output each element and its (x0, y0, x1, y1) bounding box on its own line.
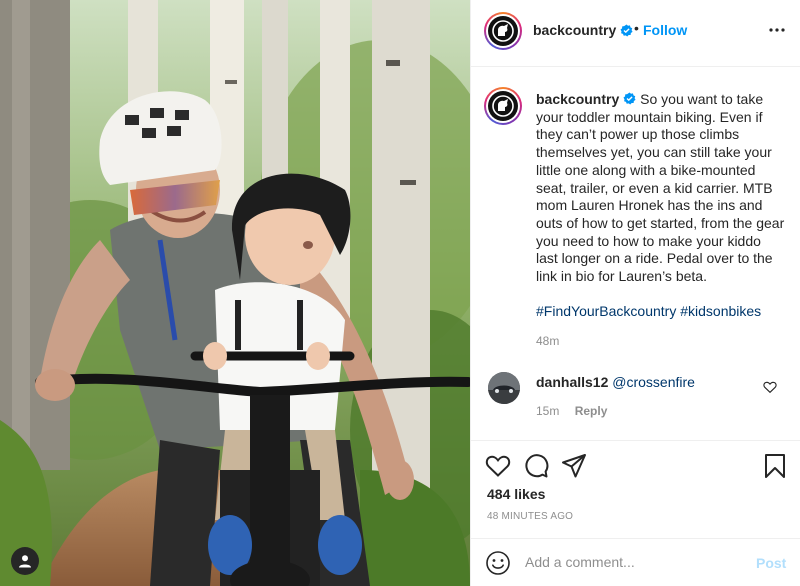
user-icon (19, 555, 31, 568)
share-paper-plane-icon[interactable] (561, 453, 587, 479)
tagged-users-button[interactable] (11, 547, 39, 575)
caption-timestamp: 48m (536, 334, 560, 348)
follow-button[interactable]: Follow (643, 22, 687, 38)
caption-hashtags[interactable]: #FindYourBackcountry #kidsonbikes (536, 303, 786, 321)
car-avatar-icon (488, 372, 520, 404)
more-options-icon[interactable] (767, 20, 787, 40)
comment-input[interactable] (525, 550, 735, 574)
comment-timestamp: 15m (536, 404, 560, 418)
mountain-bike-photo (0, 0, 470, 586)
caption-body: backcountry So you want to take your tod… (536, 91, 786, 320)
goat-logo-icon (492, 20, 514, 42)
verified-badge-icon (620, 24, 633, 37)
save-bookmark-icon[interactable] (762, 453, 788, 479)
commenter-username[interactable]: danhalls12 (536, 374, 608, 390)
like-count[interactable]: 484 likes (487, 486, 545, 502)
caption-text: So you want to take your toddler mountai… (536, 91, 785, 285)
verified-badge-icon (623, 92, 636, 105)
post-photo[interactable] (0, 0, 470, 586)
comment-meta: 15m Reply (536, 404, 607, 418)
goat-logo-icon (492, 95, 514, 117)
header-username[interactable]: backcountry (533, 22, 616, 38)
post-header: backcountry • Follow (471, 0, 800, 67)
post-details-panel: backcountry • Follow backcountry So you … (470, 0, 800, 586)
like-heart-icon[interactable] (485, 453, 511, 479)
header-separator: • (634, 20, 639, 36)
instagram-post: backcountry • Follow backcountry So you … (0, 0, 800, 586)
add-comment-bar: Post (471, 538, 800, 586)
profile-avatar[interactable] (484, 12, 522, 50)
commenter-avatar[interactable] (488, 372, 520, 404)
reply-button[interactable]: Reply (575, 404, 608, 418)
post-age[interactable]: 48 MINUTES AGO (487, 511, 573, 522)
like-comment-heart-icon[interactable] (763, 380, 777, 394)
comment-mention[interactable]: @crossenfire (612, 374, 695, 390)
comment-text: danhalls12 @crossenfire (536, 374, 695, 390)
emoji-smiley-icon[interactable] (485, 550, 511, 576)
caption-avatar[interactable] (484, 87, 522, 125)
comment-bubble-icon[interactable] (523, 453, 549, 479)
post-comment-button[interactable]: Post (756, 555, 786, 571)
caption-username[interactable]: backcountry (536, 91, 619, 107)
post-actions: 484 likes 48 MINUTES AGO (471, 440, 800, 538)
